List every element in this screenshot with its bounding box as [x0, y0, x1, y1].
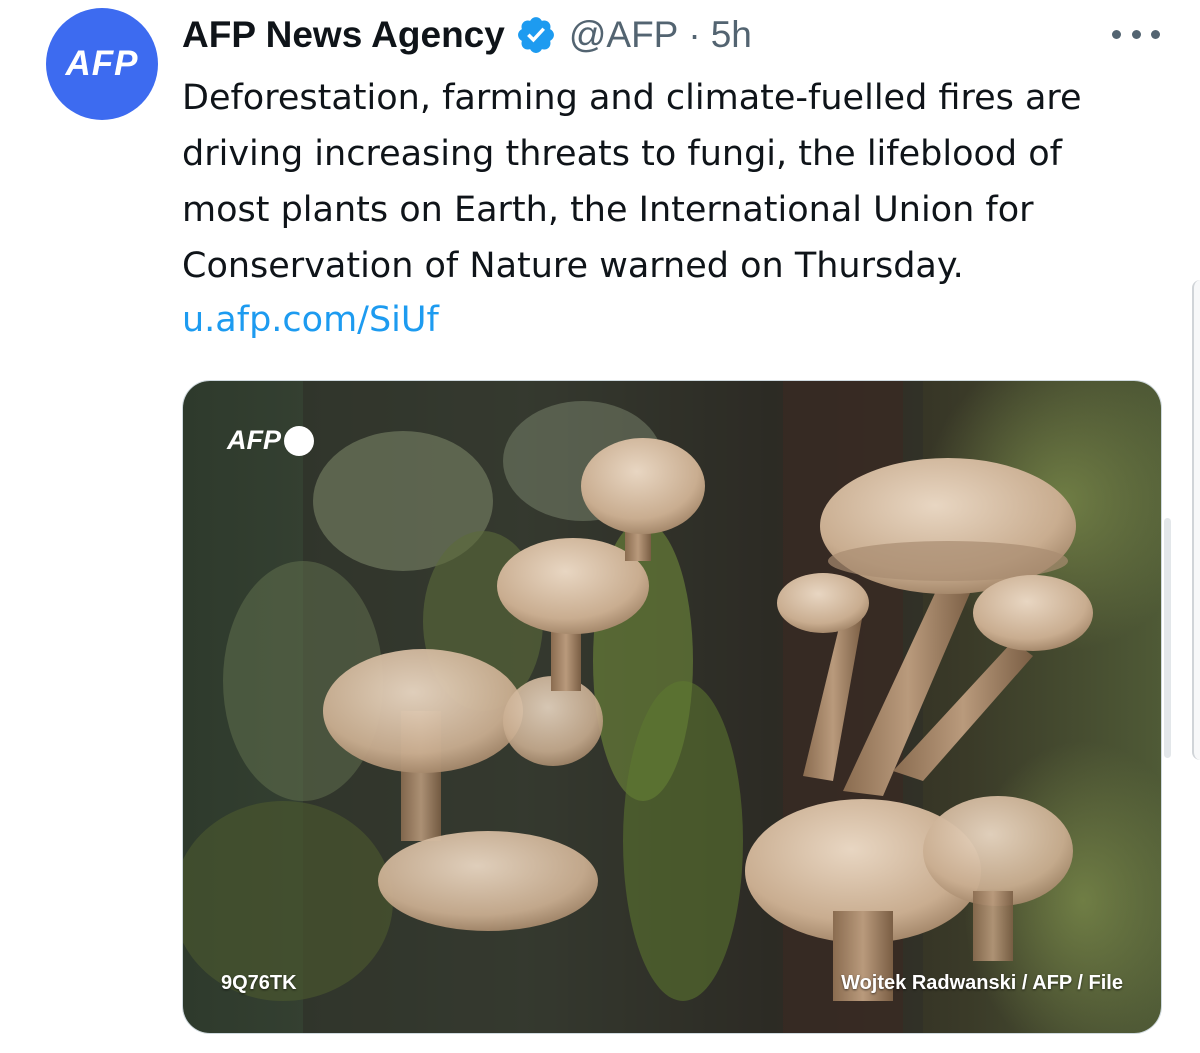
tweet-text-line: driving increasing threats to fungi, the… [182, 134, 1062, 174]
avatar[interactable]: AFP [46, 8, 158, 120]
tweet-text-line: most plants on Earth, the International … [182, 190, 1034, 230]
tweet-photo[interactable]: AFP 9Q76TK Wojtek Radwanski / AFP / File [182, 380, 1162, 1034]
afp-watermark-dot [284, 425, 314, 456]
scrollbar-thumb[interactable] [1164, 518, 1171, 758]
scrollbar-track[interactable] [1192, 280, 1200, 760]
tweet-text-line: Conservation of Nature warned on Thursda… [182, 246, 964, 286]
tweet[interactable]: AFP AFP News Agency @AFP · 5h Deforestat… [0, 0, 1200, 1053]
tweet-header: AFP News Agency @AFP · 5h [182, 12, 752, 58]
afp-watermark-text: AFP [227, 425, 281, 455]
article-link[interactable]: u.afp.com/SiUf [182, 292, 439, 348]
tweet-text: Deforestation, farming and climate-fuell… [182, 70, 1172, 294]
tweet-timestamp[interactable]: 5h [711, 14, 752, 56]
verified-badge-icon [515, 14, 557, 56]
header-separator: · [688, 14, 701, 55]
author-name[interactable]: AFP News Agency [182, 14, 505, 56]
photo-credit: Wojtek Radwanski / AFP / File [841, 972, 1123, 994]
more-options-icon[interactable] [1112, 24, 1160, 44]
afp-watermark: AFP [227, 425, 314, 456]
photo-id: 9Q76TK [221, 972, 297, 994]
author-handle[interactable]: @AFP [569, 14, 679, 56]
tweet-text-line: Deforestation, farming and climate-fuell… [182, 78, 1082, 118]
mushroom-photo [183, 381, 1161, 1033]
avatar-logo-text: AFP [65, 44, 139, 83]
